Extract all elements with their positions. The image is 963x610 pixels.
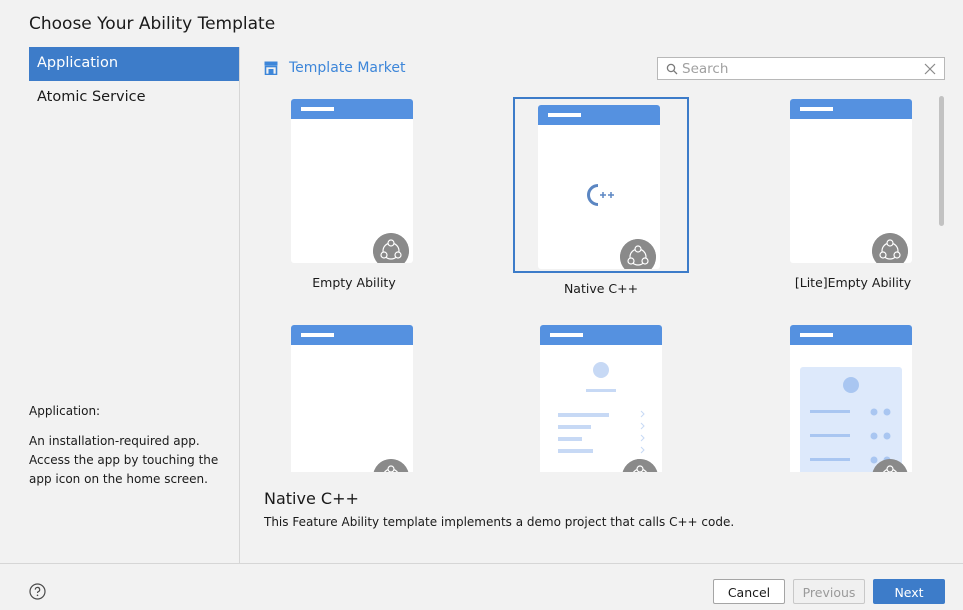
selected-template-description: This Feature Ability template implements… (264, 515, 735, 529)
ability-badge-icon (872, 233, 908, 263)
previous-button[interactable]: Previous (793, 579, 865, 604)
help-icon[interactable] (29, 583, 46, 600)
ability-badge-icon (620, 239, 656, 269)
template-market-link[interactable]: Template Market (264, 60, 405, 76)
template-grid: Empty Ability Native C++ [Lite]Empty Abi… (240, 90, 963, 472)
search-box (657, 57, 945, 80)
ability-badge-icon (373, 459, 409, 472)
template-card-label: Native C++ (563, 281, 639, 296)
footer-divider (0, 563, 963, 564)
next-button[interactable]: Next (873, 579, 945, 604)
store-icon (264, 61, 278, 75)
list-layout-illustration (558, 362, 645, 454)
thumbnail-title-bar (291, 99, 413, 119)
template-card-label: [Lite]Empty Ability (794, 275, 912, 290)
template-market-label: Template Market (289, 60, 406, 76)
template-thumbnail (540, 325, 662, 472)
thumbnail-title-bar (538, 105, 660, 125)
template-card-native-cpp[interactable]: Native C++ (513, 97, 689, 296)
dialog-title: Choose Your Ability Template (29, 14, 276, 34)
search-icon (666, 63, 678, 74)
selected-template-title: Native C++ (264, 489, 359, 508)
cpp-logo-icon (587, 184, 614, 206)
thumbnail-title-bar (291, 325, 413, 345)
grid-layout-illustration (800, 367, 902, 472)
template-thumbnail (291, 99, 413, 263)
sidebar-item-application[interactable]: Application (29, 47, 239, 81)
template-thumbnail (790, 325, 912, 472)
clear-search-icon[interactable] (924, 63, 936, 75)
template-card-lite-empty-ability[interactable]: [Lite]Empty Ability (765, 91, 941, 290)
sidebar-item-atomic-service[interactable]: Atomic Service (29, 81, 239, 115)
template-thumbnail (291, 325, 413, 472)
template-card-list[interactable] (515, 317, 691, 472)
ability-badge-icon (373, 233, 409, 263)
thumbnail-title-bar (540, 325, 662, 345)
template-grid-scrollbar[interactable] (939, 96, 944, 226)
thumbnail-title-bar (790, 325, 912, 345)
template-category-list: Application Atomic Service (29, 47, 239, 115)
template-card-empty-ability[interactable]: Empty Ability (266, 91, 442, 290)
template-thumbnail (790, 99, 912, 263)
template-thumbnail (538, 105, 660, 269)
template-card-label: Empty Ability (312, 275, 396, 290)
thumbnail-title-bar (790, 99, 912, 119)
category-description-heading: Application: (29, 404, 101, 418)
template-card-blank[interactable] (266, 317, 442, 472)
category-description-text: An installation-required app. Access the… (29, 434, 219, 486)
cancel-button[interactable]: Cancel (713, 579, 785, 604)
search-input[interactable] (678, 60, 924, 77)
template-card-grid[interactable] (765, 317, 941, 472)
